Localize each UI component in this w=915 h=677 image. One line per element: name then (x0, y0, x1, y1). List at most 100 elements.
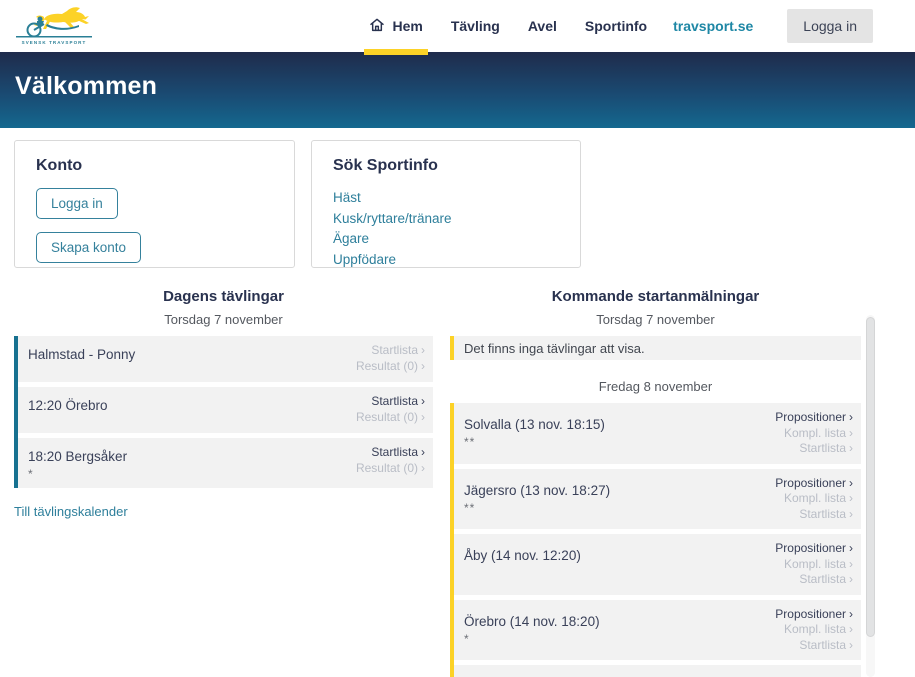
kompl-lista-link[interactable]: Kompl. lista› (775, 426, 853, 442)
propositioner-link[interactable]: Propositioner› (775, 541, 853, 557)
startlista-link[interactable]: Startlista› (775, 572, 853, 588)
hast-link[interactable]: Häst (333, 188, 559, 209)
sok-card-title: Sök Sportinfo (333, 157, 559, 175)
link-label: Propositioner (775, 607, 846, 621)
no-races-message: Det finns inga tävlingar att visa. (454, 336, 861, 360)
cards-row: Konto Logga in Skapa konto Sök Sportinfo… (0, 128, 915, 268)
link-label: Resultat (0) (356, 359, 418, 373)
link-label: Propositioner (775, 410, 846, 424)
chevron-right-icon: › (421, 410, 425, 424)
race-row: 12:20 ÖrebroStartlista›Resultat (0)› (18, 387, 433, 433)
upcoming-friday-list: Solvalla (13 nov. 18:15)**Propositioner›… (454, 403, 861, 660)
race-note: * (28, 467, 127, 481)
link-label: Startlista (371, 394, 418, 408)
race-title: Örebro (14 nov. 18:20) (464, 614, 600, 629)
skapa-konto-button[interactable]: Skapa konto (36, 232, 141, 263)
nav-item-avel[interactable]: Avel (528, 0, 557, 52)
nav-item-tavling[interactable]: Tävling (451, 0, 500, 52)
race-title: Åby (14 nov. 12:20) (464, 548, 581, 563)
chevron-right-icon: › (849, 441, 853, 455)
race-links: Startlista›Resultat (0)› (356, 343, 425, 375)
link-label: Kompl. lista (784, 622, 846, 636)
race-note: * (464, 632, 600, 646)
race-row: Solvalla (13 nov. 18:15)**Propositioner›… (454, 403, 861, 464)
race-links: Startlista›Resultat (0)› (356, 394, 425, 426)
nav-item-sportinfo[interactable]: Sportinfo (585, 0, 647, 52)
race-title: 18:20 Bergsåker (28, 449, 127, 464)
race-title: 12:20 Örebro (28, 398, 108, 413)
startlista-link[interactable]: Startlista› (775, 638, 853, 654)
race-note: ** (464, 435, 605, 449)
chevron-right-icon: › (421, 394, 425, 408)
race-info: Örebro (14 nov. 18:20) * (464, 607, 600, 654)
sok-sportinfo-card: Sök Sportinfo Häst Kusk/ryttare/tränare … (311, 140, 581, 268)
upcoming-scrollbar-track[interactable] (866, 315, 875, 677)
chevron-right-icon: › (849, 410, 853, 424)
kompl-lista-link[interactable]: Kompl. lista› (775, 491, 853, 507)
logga-in-button[interactable]: Logga in (36, 188, 118, 219)
startlista-link[interactable]: Startlista› (356, 343, 425, 359)
travsport-horse-logo-icon: SVENSK TRAVSPORT (15, 4, 93, 46)
link-label: Startlista (371, 343, 418, 357)
race-row: Åby (14 nov. 12:20) Propositioner›Kompl. … (454, 534, 861, 595)
startlista-link[interactable]: Startlista› (356, 445, 425, 461)
link-label: Startlista (799, 572, 846, 586)
header-login-button[interactable]: Logga in (787, 9, 873, 43)
link-label: Startlista (799, 507, 846, 521)
konto-card-title: Konto (36, 157, 273, 175)
svg-text:SVENSK TRAVSPORT: SVENSK TRAVSPORT (22, 40, 87, 45)
race-row: Jägersro (13 nov. 18:27) ** Propositioner›… (454, 469, 861, 530)
startlista-link[interactable]: Startlista› (356, 394, 425, 410)
race-row: Halmstad - PonnyStartlista›Resultat (0)› (18, 336, 433, 382)
nav-item-label: Avel (528, 18, 557, 34)
resultat-0-link[interactable]: Resultat (0)› (356, 461, 425, 477)
sok-card-links: Häst Kusk/ryttare/tränare Ägare Uppfödar… (333, 188, 559, 270)
todays-races-title: Dagens tävlingar (14, 288, 433, 305)
race-row: 18:20 Bergsåker * Startlista›Resultat (0)› (18, 438, 433, 488)
race-links: Propositioner›Kompl. lista›Startlista› (775, 410, 853, 457)
nav-item-label: Tävling (451, 18, 500, 34)
startlista-link[interactable]: Startlista› (775, 507, 853, 523)
chevron-right-icon: › (849, 491, 853, 505)
kusk-ryttare-tranare-link[interactable]: Kusk/ryttare/tränare (333, 209, 559, 230)
hero-banner: Välkommen (0, 52, 915, 128)
startlista-link[interactable]: Startlista› (775, 441, 853, 457)
chevron-right-icon: › (849, 426, 853, 440)
chevron-right-icon: › (849, 638, 853, 652)
race-title: Jägersro (13 nov. 18:27) (464, 483, 610, 498)
main-nav: Hem Tävling Avel Sportinfo (369, 0, 647, 52)
race-note: ** (464, 501, 610, 515)
chevron-right-icon: › (849, 541, 853, 555)
travsport-se-link[interactable]: travsport.se (673, 18, 753, 34)
race-links: Propositioner›Kompl. lista›Startlista› (775, 541, 853, 588)
race-links: Propositioner›Kompl. lista›Startlista› (775, 476, 853, 523)
upcoming-entries-title: Kommande startanmälningar (450, 288, 861, 305)
chevron-right-icon: › (849, 557, 853, 571)
agare-link[interactable]: Ägare (333, 229, 559, 250)
link-label: Propositioner (775, 476, 846, 490)
page-title: Välkommen (15, 72, 157, 101)
chevron-right-icon: › (849, 622, 853, 636)
clipped-race-row (454, 665, 861, 677)
uppfodare-link[interactable]: Uppfödare (333, 250, 559, 271)
upcoming-scrollbar-thumb[interactable] (866, 317, 875, 637)
nav-item-label: Sportinfo (585, 18, 647, 34)
propositioner-link[interactable]: Propositioner› (775, 410, 853, 426)
nav-item-hem[interactable]: Hem (369, 0, 422, 52)
propositioner-link[interactable]: Propositioner› (775, 607, 853, 623)
resultat-0-link[interactable]: Resultat (0)› (356, 359, 425, 375)
propositioner-link[interactable]: Propositioner› (775, 476, 853, 492)
brand-logo[interactable]: SVENSK TRAVSPORT (15, 1, 93, 51)
resultat-0-link[interactable]: Resultat (0)› (356, 410, 425, 426)
kompl-lista-link[interactable]: Kompl. lista› (775, 622, 853, 638)
upcoming-friday-group: Solvalla (13 nov. 18:15)**Propositioner›… (450, 403, 861, 677)
link-label: Startlista (799, 638, 846, 652)
link-label: Kompl. lista (784, 557, 846, 571)
chevron-right-icon: › (849, 476, 853, 490)
till-tavlingskalender-link[interactable]: Till tävlingskalender (14, 504, 128, 519)
upcoming-thursday-date: Torsdag 7 november (450, 312, 861, 327)
race-title: Solvalla (13 nov. 18:15) (464, 417, 605, 432)
kompl-lista-link[interactable]: Kompl. lista› (775, 557, 853, 573)
race-info: Åby (14 nov. 12:20) (464, 541, 581, 588)
nav-right: Hem Tävling Avel Sportinfo travsport.se … (369, 0, 873, 52)
